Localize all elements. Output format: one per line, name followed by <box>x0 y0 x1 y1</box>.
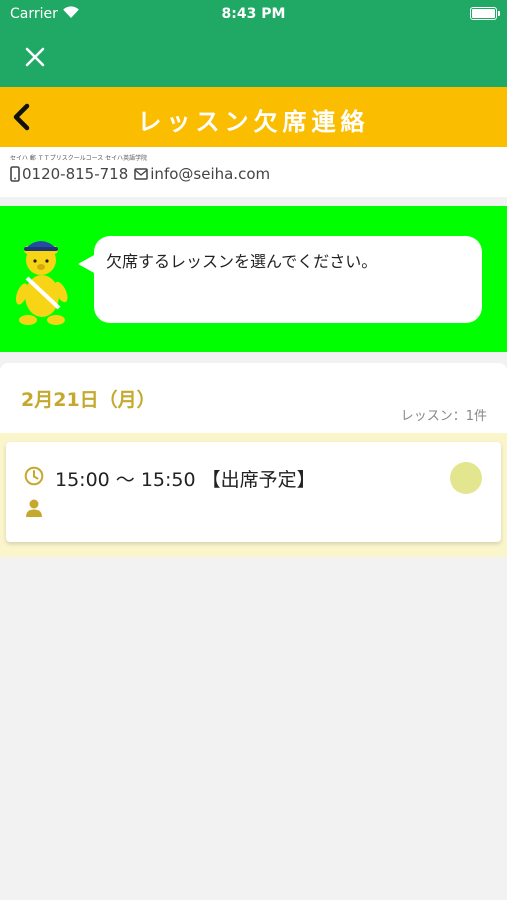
close-icon[interactable] <box>20 42 50 72</box>
nav-bar <box>0 30 507 87</box>
select-circle[interactable] <box>450 462 482 494</box>
bear-mascot-icon <box>15 241 68 325</box>
title-bar: レッスン欠席連絡 <box>0 87 507 147</box>
person-icon <box>26 499 42 517</box>
mobile-phone-icon <box>10 166 20 182</box>
email-address[interactable]: info@seiha.com <box>150 165 270 183</box>
lesson-date: 2月21日（月） <box>21 389 156 411</box>
lesson-item[interactable]: 15:00 〜 15:50 【出席予定】 <box>6 442 501 542</box>
school-name: セイハ 郵 ＴＴプリスクールコース セイハ英語学院 <box>10 155 148 162</box>
phone-number[interactable]: 0120-815-718 <box>22 165 128 183</box>
lesson-list: 15:00 〜 15:50 【出席予定】 <box>0 433 507 557</box>
page-title: レッスン欠席連絡 <box>137 108 370 136</box>
school-info: セイハ 郵 ＴＴプリスクールコース セイハ英語学院 0120-815-718 i… <box>0 147 507 197</box>
speech-bubble: 欠席するレッスンを選んでください。 <box>94 236 482 323</box>
lesson-time: 15:00 〜 15:50 【出席予定】 <box>55 469 316 491</box>
clock-icon <box>24 466 44 486</box>
lesson-count: レッスン：1件 <box>400 409 487 424</box>
contact-row: 0120-815-718 info@seiha.com <box>10 165 270 183</box>
day-header: 2月21日（月） レッスン：1件 <box>0 363 507 433</box>
clock-time: 8:43 PM <box>221 6 286 22</box>
instruction-banner: 欠席するレッスンを選んでください。 <box>0 206 507 352</box>
status-bar: Carrier 8:43 PM <box>0 0 507 30</box>
instruction-text: 欠席するレッスンを選んでください。 <box>106 252 378 271</box>
envelope-icon <box>134 168 149 180</box>
battery-icon <box>470 7 500 20</box>
